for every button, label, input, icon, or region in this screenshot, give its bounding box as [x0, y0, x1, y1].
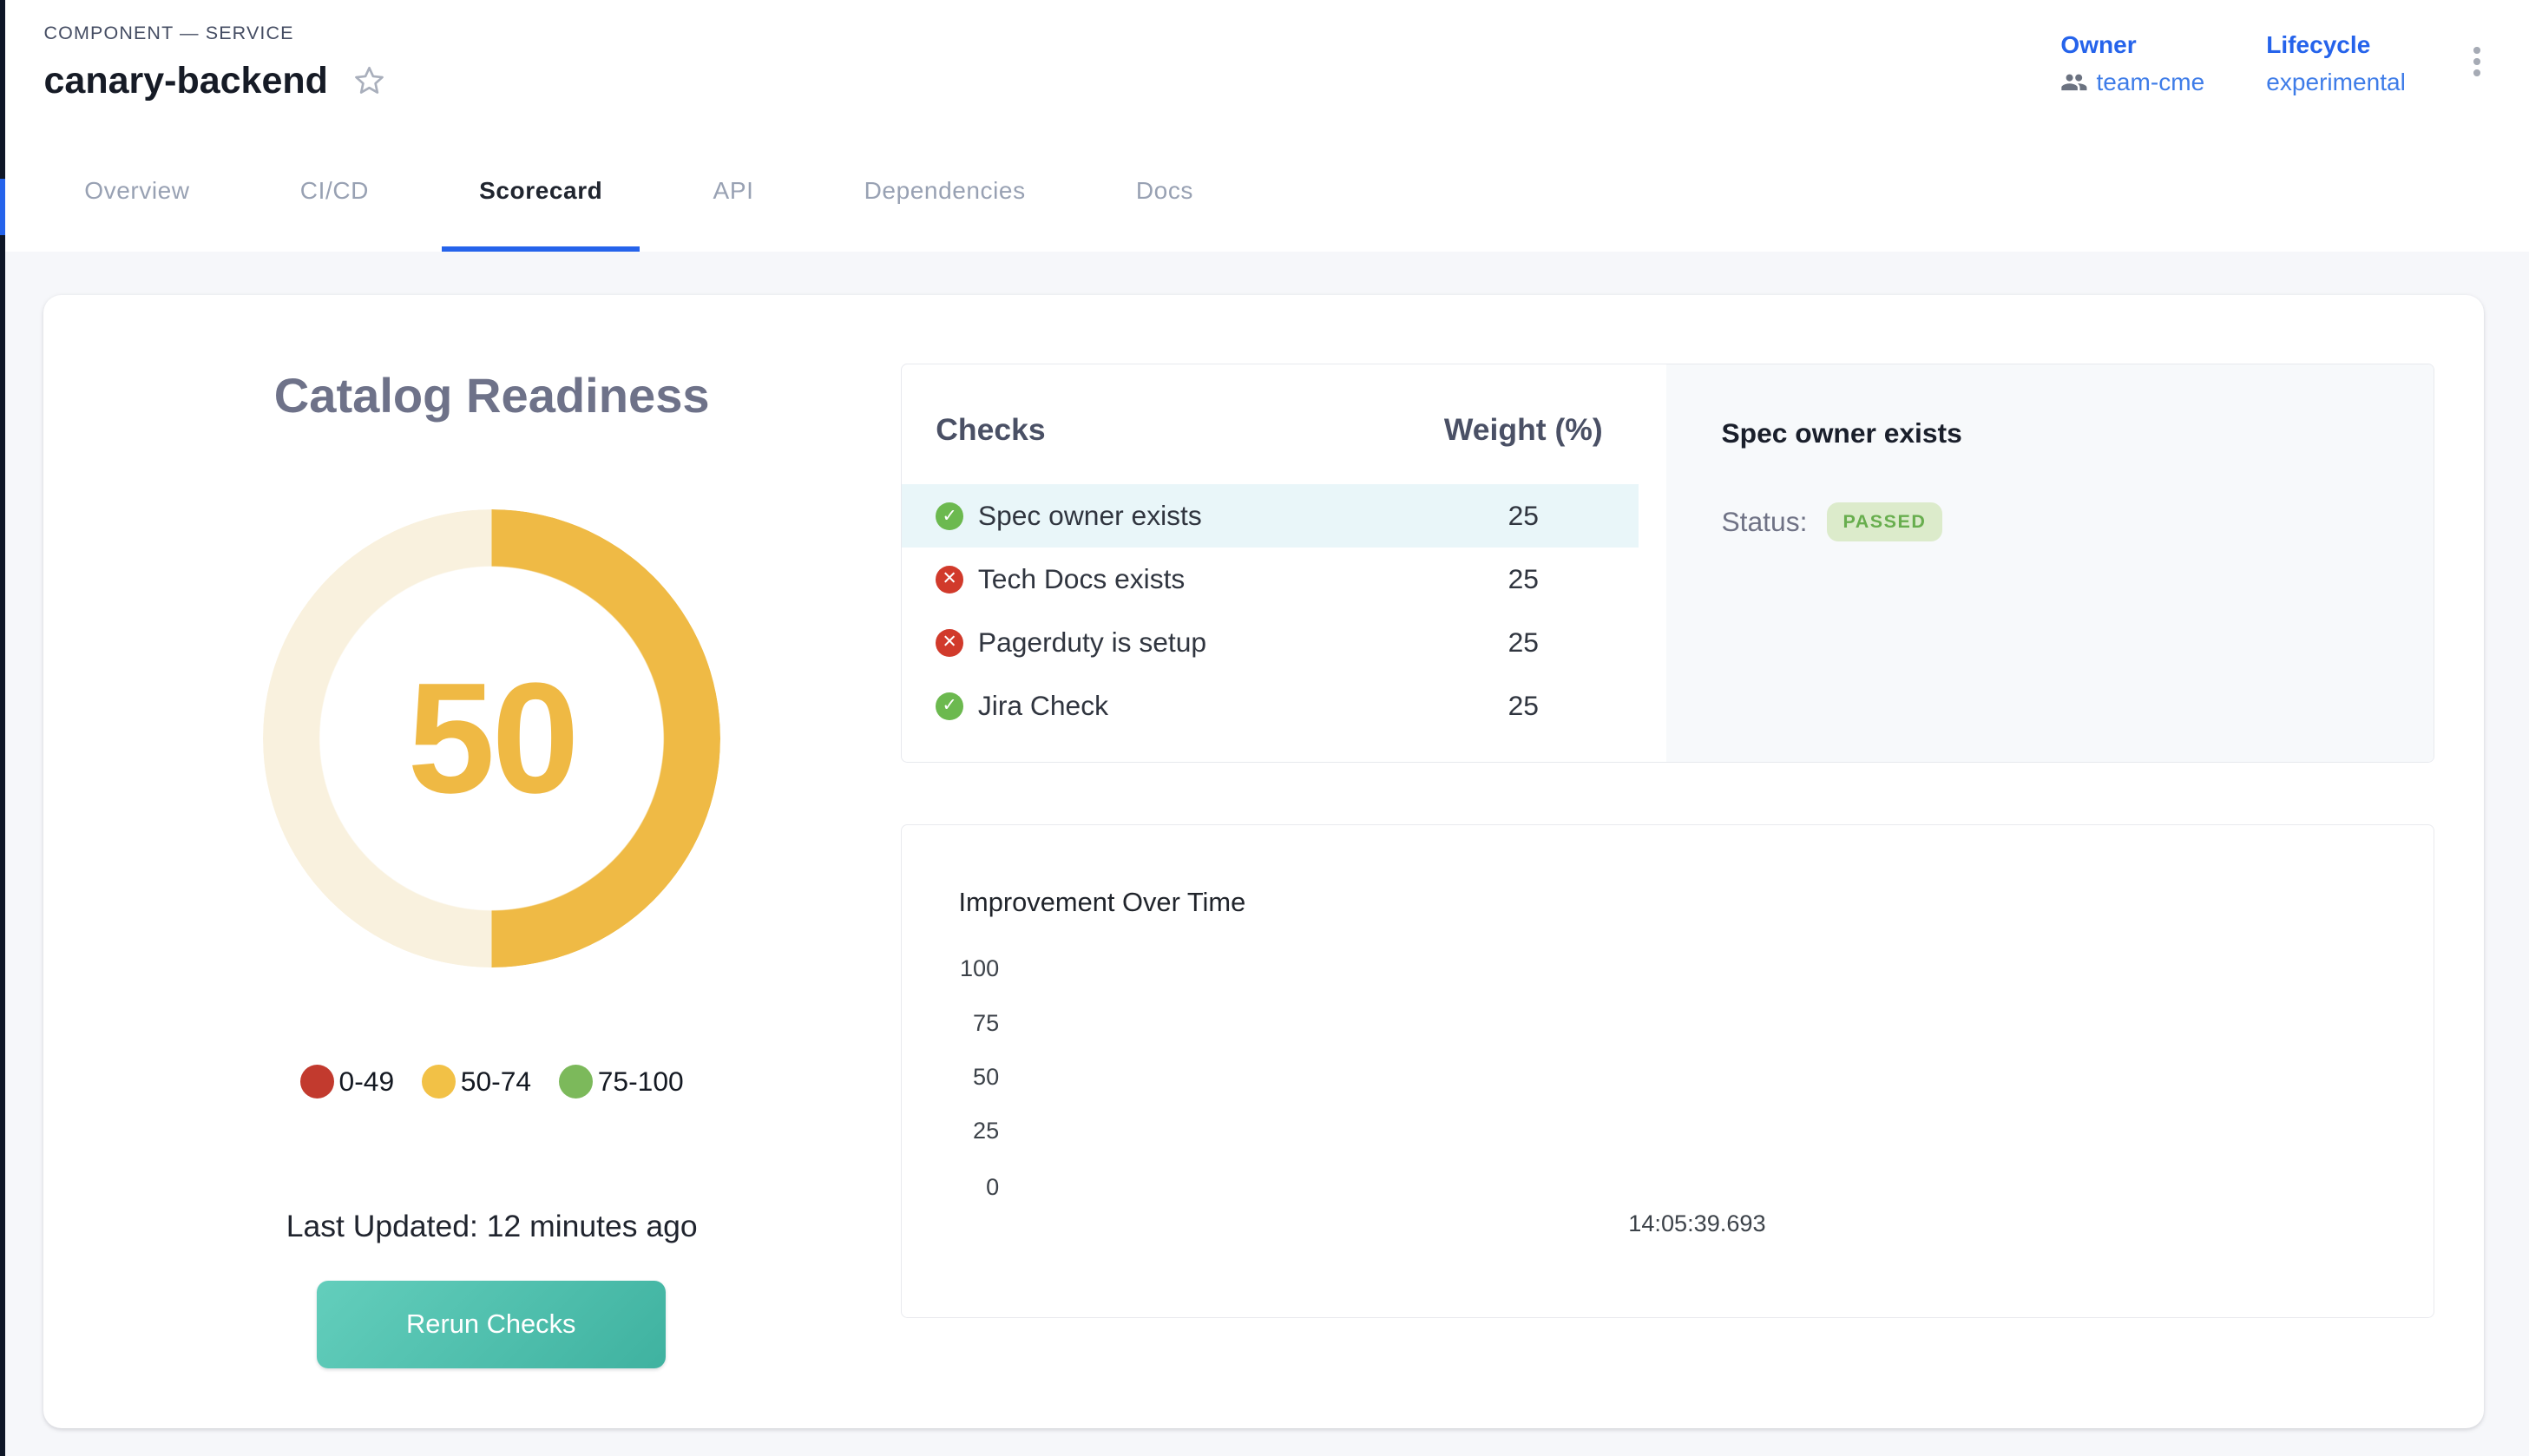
table-row-pagerduty[interactable]: ✕ Pagerduty is setup 25 [902, 611, 1639, 674]
check-weight: 25 [1426, 690, 1620, 722]
legend-item-high: 75-100 [559, 1065, 684, 1099]
check-passed-icon: ✓ [936, 692, 963, 720]
check-label: Jira Check [978, 690, 1108, 722]
score-legend: 0-49 50-74 75-100 [43, 1065, 939, 1099]
page-title: canary-backend [43, 58, 327, 103]
x-axis-tick: 14:05:39.693 [1534, 1210, 1859, 1237]
check-detail-panel: Spec owner exists Status: PASSED [1666, 364, 2435, 762]
check-label: Spec owner exists [978, 500, 1202, 532]
checks-column-header: Checks [936, 407, 1045, 452]
check-weight: 25 [1426, 563, 1620, 595]
checks-rows: ✓ Spec owner exists 25 ✕ Tech Docs exist… [902, 484, 1666, 738]
legend-item-low: 0-49 [300, 1065, 394, 1099]
score-gauge: 50 [263, 509, 720, 967]
checks-panel: Checks Weight (%) ✓ Spec owner exists 25… [901, 364, 2434, 763]
legend-swatch-yellow [422, 1065, 456, 1099]
checks-table: Checks Weight (%) ✓ Spec owner exists 25… [902, 364, 1666, 762]
checks-table-header: Checks Weight (%) [902, 364, 1666, 452]
legend-label: 0-49 [339, 1066, 395, 1098]
table-row-spec-owner[interactable]: ✓ Spec owner exists 25 [902, 484, 1639, 548]
improvement-chart-card: Improvement Over Time 100 75 50 25 0 14:… [901, 824, 2434, 1318]
scorecard-page: COMPONENT — SERVICE canary-backend Owner [0, 0, 2529, 1456]
check-detail-title: Spec owner exists [1721, 416, 2380, 450]
tab-cicd[interactable]: CI/CD [263, 130, 406, 252]
status-badge: PASSED [1827, 502, 1942, 541]
weight-column-header: Weight (%) [1426, 407, 1620, 452]
check-weight: 25 [1426, 500, 1620, 532]
entity-tabs: Overview CI/CD Scorecard API Dependencie… [0, 130, 2529, 252]
table-row-tech-docs[interactable]: ✕ Tech Docs exists 25 [902, 548, 1639, 611]
group-icon [2060, 69, 2088, 96]
check-failed-icon: ✕ [936, 566, 963, 594]
status-label: Status: [1721, 506, 1807, 538]
sidebar-edge [0, 0, 5, 1456]
table-row-jira[interactable]: ✓ Jira Check 25 [902, 674, 1639, 738]
y-axis-tick: 25 [918, 1118, 1000, 1144]
legend-swatch-red [300, 1065, 334, 1099]
owner-link[interactable]: team-cme [2097, 69, 2205, 96]
lifecycle-value: experimental [2266, 69, 2406, 96]
tab-docs[interactable]: Docs [1099, 130, 1231, 252]
y-axis-tick: 75 [918, 1010, 1000, 1036]
legend-item-mid: 50-74 [422, 1065, 531, 1099]
scorecard-card: Catalog Readiness 50 0-49 50-74 75-100 L… [43, 295, 2483, 1427]
y-axis-tick: 50 [918, 1064, 1000, 1090]
entity-header: COMPONENT — SERVICE canary-backend Owner [0, 0, 2529, 131]
owner-block: Owner team-cme [2060, 31, 2204, 96]
tab-dependencies[interactable]: Dependencies [827, 130, 1063, 252]
tab-scorecard[interactable]: Scorecard [442, 130, 640, 252]
legend-label: 75-100 [598, 1066, 684, 1098]
legend-label: 50-74 [461, 1066, 531, 1098]
lifecycle-label: Lifecycle [2266, 31, 2406, 59]
entity-meta: Owner team-cme Lifecycle experimental [2060, 31, 2486, 96]
check-weight: 25 [1426, 626, 1620, 659]
y-axis-tick: 0 [918, 1174, 1000, 1200]
owner-label: Owner [2060, 31, 2204, 59]
kebab-menu-icon[interactable] [2467, 37, 2486, 86]
sidebar-active-indicator [0, 179, 5, 235]
y-axis-tick: 100 [918, 955, 1000, 981]
chart-title: Improvement Over Time [958, 887, 1245, 918]
score-value: 50 [263, 509, 720, 967]
tab-api[interactable]: API [676, 130, 792, 252]
lifecycle-block: Lifecycle experimental [2266, 31, 2406, 96]
favorite-star-icon[interactable] [351, 62, 388, 100]
last-updated-text: Last Updated: 12 minutes ago [43, 1209, 939, 1244]
check-failed-icon: ✕ [936, 629, 963, 657]
legend-swatch-green [559, 1065, 593, 1099]
entity-kind-breadcrumb: COMPONENT — SERVICE [43, 23, 293, 44]
tab-overview[interactable]: Overview [47, 130, 227, 252]
entity-title-row: canary-backend [43, 58, 388, 103]
check-label: Tech Docs exists [978, 563, 1185, 595]
rerun-checks-button[interactable]: Rerun Checks [317, 1281, 666, 1368]
scorecard-title: Catalog Readiness [43, 367, 939, 423]
check-label: Pagerduty is setup [978, 626, 1206, 659]
check-detail-status-row: Status: PASSED [1721, 502, 2380, 541]
check-passed-icon: ✓ [936, 502, 963, 530]
